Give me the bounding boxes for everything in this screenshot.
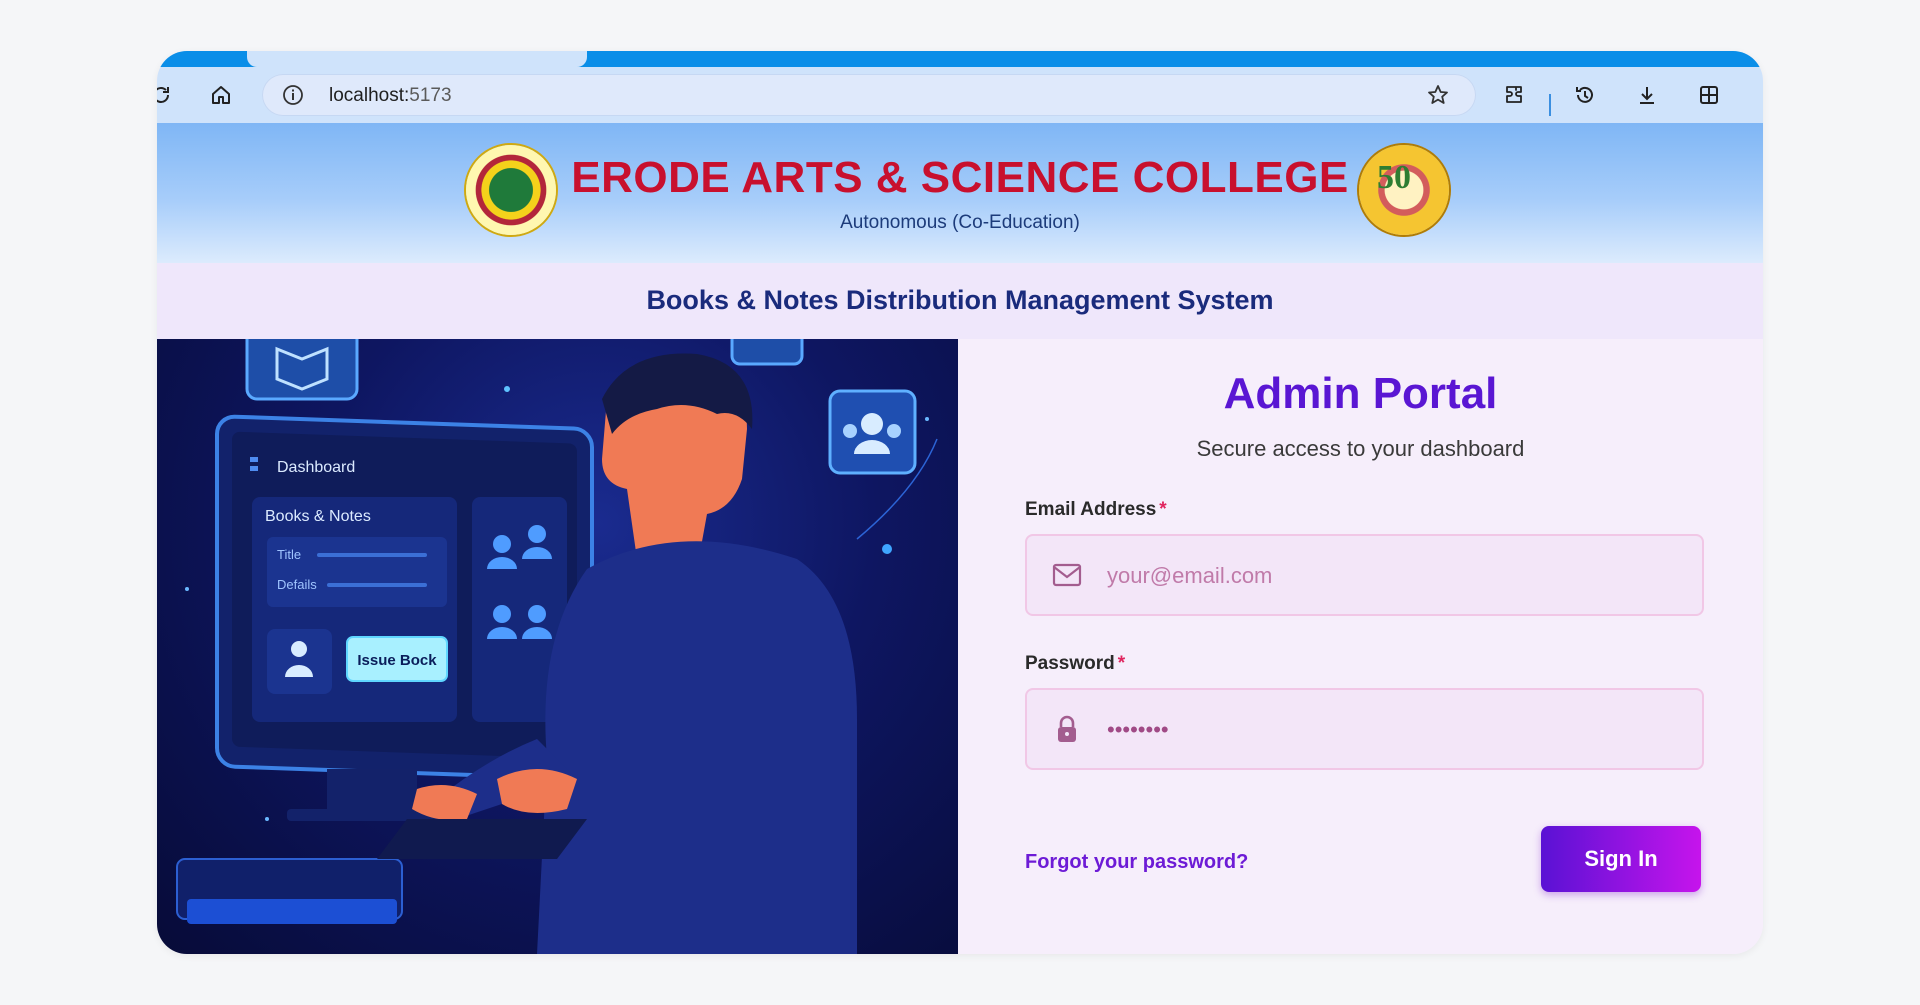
url-host: localhost: [329,85,410,106]
admin-illustration: Dashboard Books & Notes Title Defails Is… [157,339,958,954]
address-bar[interactable]: localhost:5173 [262,74,1476,116]
info-icon[interactable] [282,84,304,111]
required-mark: * [1117,653,1126,674]
sign-in-button[interactable]: Sign In [1541,826,1701,892]
system-title: Books & Notes Distribution Management Sy… [646,285,1274,315]
password-field-box [1025,688,1704,770]
lock-icon [1051,714,1083,744]
portal-title: Admin Portal [1223,369,1498,418]
college-banner: ERODE ARTS & SCIENCE COLLEGE Autonomous … [157,123,1763,263]
email-field-box [1025,534,1704,616]
browser-window: localhost:5173 ERODE ARTS & SCIENCE COLL… [157,51,1763,954]
portal-subtitle: Secure access to your dashboard [1196,436,1525,461]
college-name: ERODE ARTS & SCIENCE COLLEGE [571,153,1349,202]
tab-strip [157,51,1763,67]
required-mark: * [1159,499,1167,520]
email-input[interactable] [1105,536,1689,616]
illus-title-label: Title [277,547,301,562]
extensions-icon[interactable] [1497,77,1533,113]
password-label: Password * [1025,653,1125,675]
collections-icon[interactable] [1691,77,1727,113]
illus-books-label: Books & Notes [265,508,371,525]
toolbar-separator [1549,94,1551,116]
forgot-password-link[interactable]: Forgot your password? [1025,851,1248,874]
password-input[interactable] [1105,690,1689,770]
email-label-text: Email Address [1025,499,1157,520]
star-icon[interactable] [1426,83,1450,112]
history-icon[interactable] [1567,77,1603,113]
reload-icon[interactable] [157,77,179,113]
illus-details-label: Defails [277,577,317,592]
illus-issue-button: Issue Bock [357,652,437,669]
url-text: localhost:5173 [329,85,452,107]
active-tab[interactable] [247,51,587,67]
download-icon[interactable] [1629,77,1665,113]
system-title-bar: Books & Notes Distribution Management Sy… [157,263,1763,341]
illus-dashboard-label: Dashboard [277,459,355,476]
college-subtitle: Autonomous (Co-Education) [840,212,1080,233]
email-label: Email Address * [1025,499,1167,521]
home-icon[interactable] [203,77,239,113]
mail-icon [1051,560,1083,590]
password-label-text: Password [1025,653,1115,674]
browser-toolbar: localhost:5173 [157,67,1763,123]
login-panel: Admin Portal Secure access to your dashb… [958,339,1763,954]
anniversary-logo: 50 [1359,145,1449,235]
url-port: 5173 [409,85,452,106]
